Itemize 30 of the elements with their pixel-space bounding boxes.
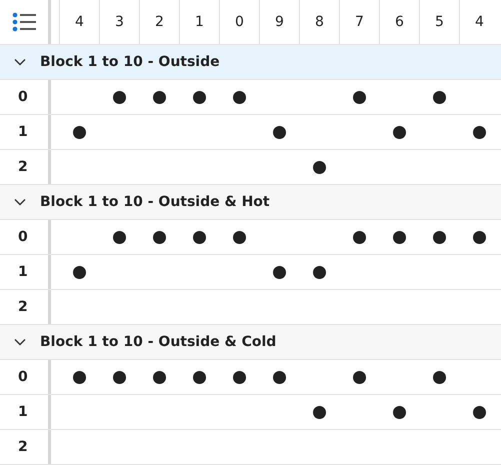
list-icon[interactable] — [12, 12, 36, 32]
row-label: 1 — [18, 404, 28, 420]
row-label: 0 — [18, 89, 28, 105]
column-header: 1 — [179, 0, 219, 44]
group-header[interactable]: Block 1 to 10 - Outside — [0, 45, 501, 80]
column-header: 0 — [219, 0, 259, 44]
row-label: 1 — [18, 264, 28, 280]
group-header[interactable]: Block 1 to 10 - Outside & Cold — [0, 325, 501, 360]
group-title: Block 1 to 10 - Outside & Hot — [40, 194, 270, 210]
column-header: 4 — [59, 0, 99, 44]
column-header: 6 — [379, 0, 419, 44]
row-label: 2 — [18, 159, 28, 175]
chevron-icon[interactable] — [14, 58, 26, 66]
row-label: 0 — [18, 229, 28, 245]
column-header: 3 — [99, 0, 139, 44]
group-title: Block 1 to 10 - Outside — [40, 54, 220, 70]
row-label: 0 — [18, 369, 28, 385]
column-header: 9 — [259, 0, 299, 44]
row-label: 2 — [18, 299, 28, 315]
group-title: Block 1 to 10 - Outside & Cold — [40, 334, 276, 350]
column-header: 4 — [459, 0, 499, 44]
column-header: 8 — [299, 0, 339, 44]
chevron-icon[interactable] — [14, 338, 26, 346]
group-header[interactable]: Block 1 to 10 - Outside & Hot — [0, 185, 501, 220]
column-header: 5 — [419, 0, 459, 44]
row-label: 1 — [18, 124, 28, 140]
chevron-icon[interactable] — [14, 198, 26, 206]
column-header: 7 — [339, 0, 379, 44]
column-header: 2 — [139, 0, 179, 44]
row-label: 2 — [18, 439, 28, 455]
